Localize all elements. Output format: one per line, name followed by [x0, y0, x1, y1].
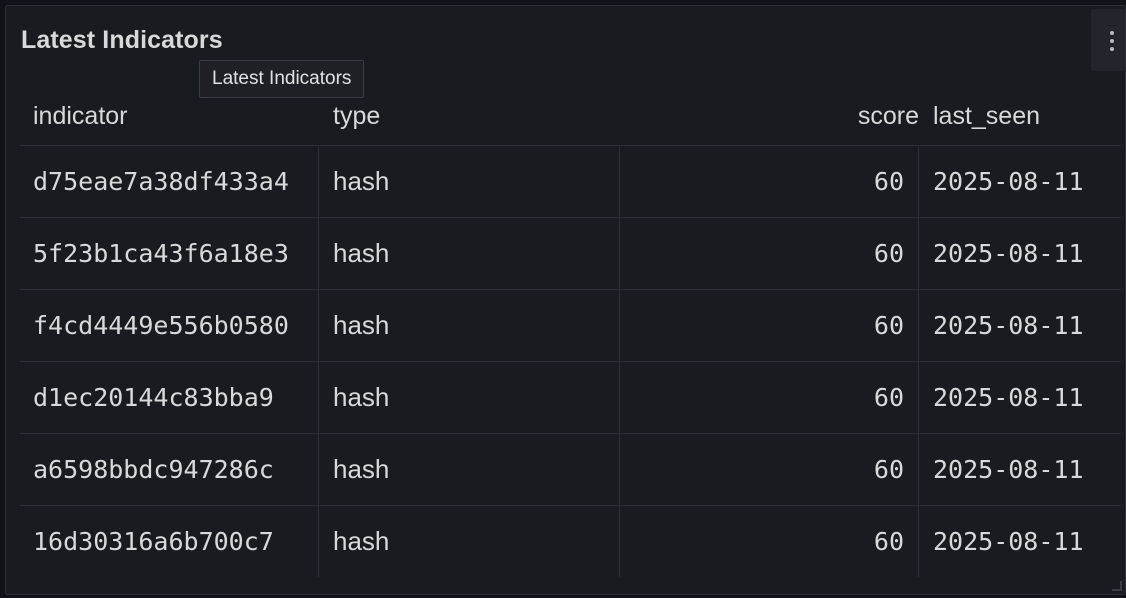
table-row: 16d30316a6b700c7 hash 60 2025-08-11	[20, 506, 1121, 577]
cell-last-seen: 2025-08-11	[933, 311, 1084, 340]
cell-score: 60	[621, 218, 919, 289]
cell-score: 60	[621, 434, 919, 505]
cell-type: hash	[320, 146, 620, 217]
table-body: d75eae7a38df433a4 hash 60 2025-08-11 5f23b1c…	[20, 146, 1121, 577]
table-row: d75eae7a38df433a4 hash 60 2025-08-11	[20, 146, 1121, 218]
cell-score: 60	[621, 146, 919, 217]
resize-handle-icon[interactable]	[1112, 581, 1122, 591]
cell-score: 60	[621, 362, 919, 433]
column-header-score[interactable]: score	[621, 91, 939, 145]
table-row: f4cd4449e556b0580 hash 60 2025-08-11	[20, 290, 1121, 362]
cell-indicator: d75eae7a38df433a4	[20, 146, 319, 217]
table-row: d1ec20144c83bba9 hash 60 2025-08-11	[20, 362, 1121, 434]
column-header-last-seen[interactable]: last_seen	[920, 91, 1125, 145]
table-row: 5f23b1ca43f6a18e3 hash 60 2025-08-11	[20, 218, 1121, 290]
cell-last-seen: 2025-08-11	[933, 167, 1084, 196]
cell-indicator: 5f23b1ca43f6a18e3	[20, 218, 319, 289]
cell-score: 60	[621, 290, 919, 361]
cell-last-seen: 2025-08-11	[933, 383, 1084, 412]
table-row: a6598bbdc947286c hash 60 2025-08-11	[20, 434, 1121, 506]
panel-title: Latest Indicators	[21, 26, 223, 54]
cell-type: hash	[320, 218, 620, 289]
cell-type: hash	[320, 506, 620, 577]
kebab-dot	[1110, 47, 1114, 51]
cell-last-seen: 2025-08-11	[933, 239, 1084, 268]
cell-indicator: 16d30316a6b700c7	[20, 506, 319, 577]
cell-indicator: f4cd4449e556b0580	[20, 290, 319, 361]
column-header-indicator[interactable]: indicator	[20, 91, 332, 145]
latest-indicators-panel: Latest Indicators indicator type score l…	[5, 5, 1126, 595]
cell-type: hash	[320, 434, 620, 505]
kebab-dot	[1110, 39, 1114, 43]
kebab-vertical-icon	[1110, 31, 1114, 35]
indicators-table: indicator type score last_seen d75eae7a3…	[20, 91, 1121, 577]
cell-last-seen: 2025-08-11	[933, 527, 1084, 556]
cell-indicator: a6598bbdc947286c	[20, 434, 319, 505]
cell-last-seen: 2025-08-11	[933, 455, 1084, 484]
cell-type: hash	[320, 362, 620, 433]
title-tooltip: Latest Indicators	[199, 60, 365, 98]
cell-indicator: d1ec20144c83bba9	[20, 362, 319, 433]
table-header: indicator type score last_seen	[20, 91, 1121, 146]
panel-menu-button[interactable]	[1091, 9, 1125, 71]
column-header-type[interactable]: type	[320, 91, 633, 145]
cell-score: 60	[621, 506, 919, 577]
cell-type: hash	[320, 290, 620, 361]
